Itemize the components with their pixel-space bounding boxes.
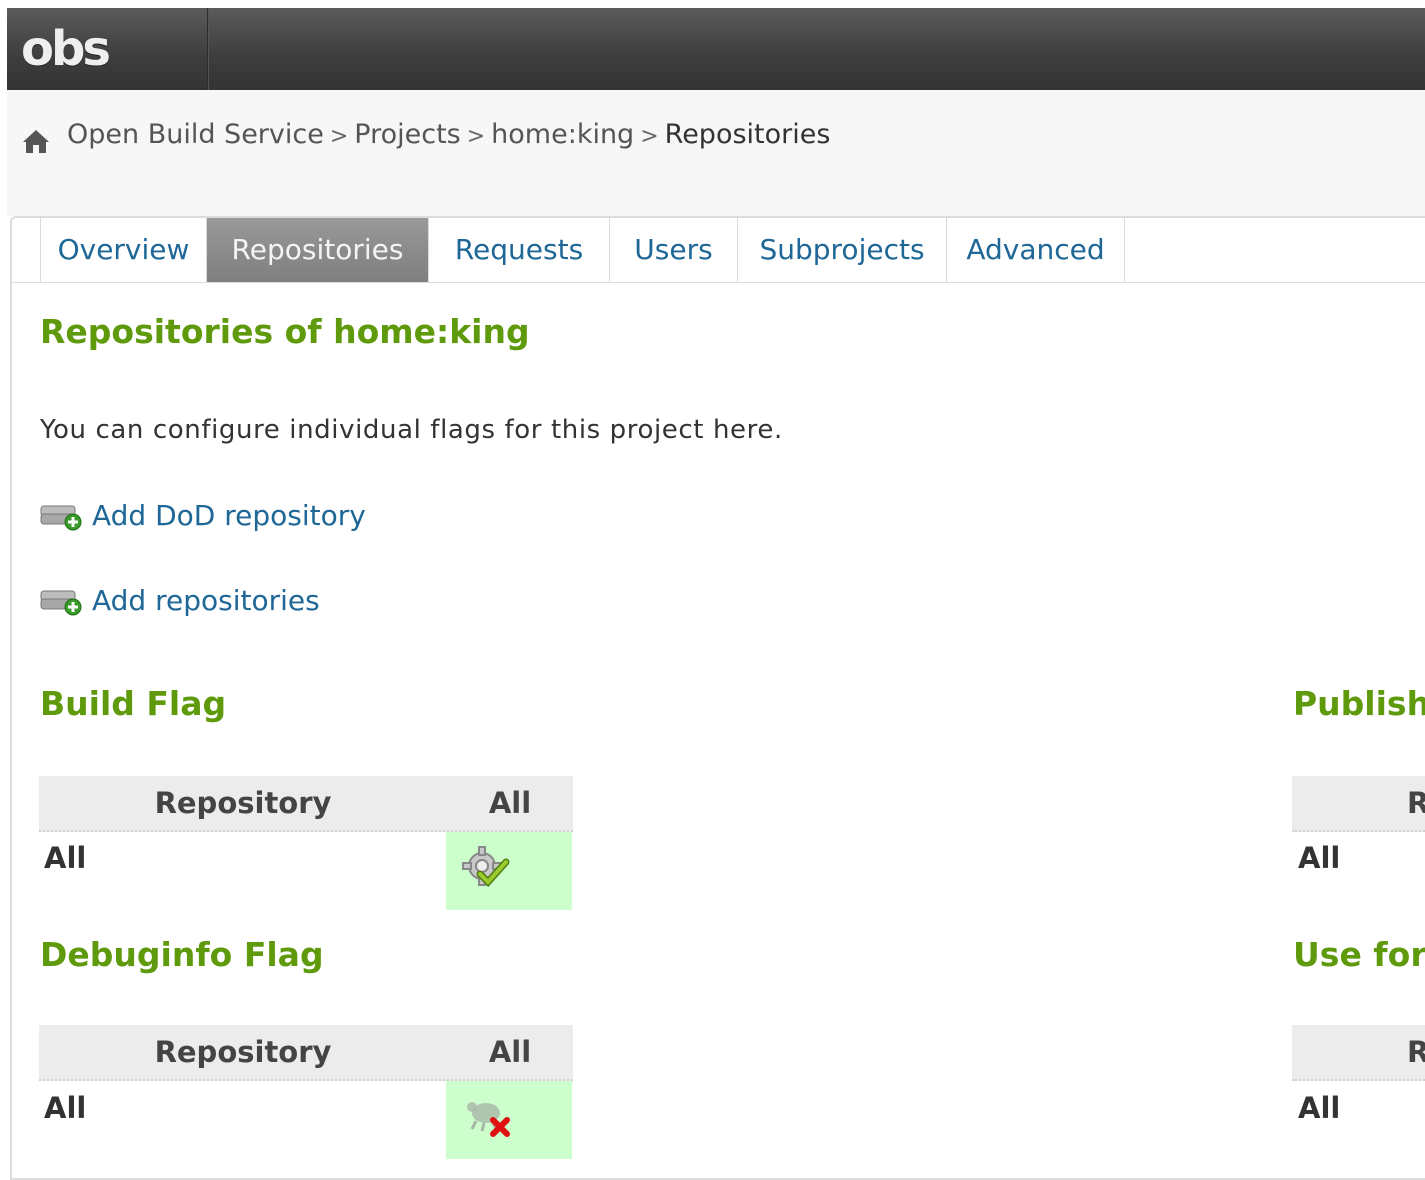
tab-subprojects[interactable]: Subprojects bbox=[738, 218, 947, 282]
repository-add-icon bbox=[40, 590, 82, 616]
page-edge bbox=[0, 0, 7, 1146]
breadcrumb-open-build-service[interactable]: Open Build Service bbox=[67, 119, 324, 150]
column-all: All bbox=[488, 1035, 532, 1069]
column-repository: Repository bbox=[154, 786, 332, 820]
debuginfo-flag-row-all: All bbox=[44, 1091, 87, 1125]
breadcrumb-separator: > bbox=[466, 124, 486, 149]
tab-repositories[interactable]: Repositories bbox=[207, 218, 429, 282]
tab-bar: Overview Repositories Requests Users Sub… bbox=[12, 218, 1425, 283]
tab-overview[interactable]: Overview bbox=[40, 218, 207, 282]
tab-users[interactable]: Users bbox=[610, 218, 738, 282]
tab-requests[interactable]: Requests bbox=[429, 218, 610, 282]
column-repository: R bbox=[1407, 786, 1425, 820]
debuginfo-disabled-icon bbox=[467, 1102, 510, 1137]
obs-logo[interactable]: obs bbox=[21, 22, 111, 76]
repository-add-icon bbox=[40, 505, 82, 531]
column-repository: Repository bbox=[154, 1035, 332, 1069]
page-title: Repositories of home:king bbox=[40, 312, 530, 351]
column-repository: R bbox=[1407, 1035, 1425, 1069]
useforbuild-flag-title: Use for bbox=[1293, 935, 1425, 974]
breadcrumb-project[interactable]: home:king bbox=[491, 119, 634, 150]
breadcrumb-separator: > bbox=[329, 124, 349, 149]
intro-text: You can configure individual flags for t… bbox=[40, 415, 783, 445]
debuginfo-flag-title: Debuginfo Flag bbox=[40, 935, 324, 974]
publish-flag-table-header: R bbox=[1292, 776, 1425, 832]
breadcrumb-projects[interactable]: Projects bbox=[354, 119, 460, 150]
home-icon[interactable] bbox=[21, 128, 51, 154]
debuginfo-flag-cell[interactable] bbox=[446, 1081, 572, 1159]
build-flag-table-header: Repository All bbox=[39, 776, 573, 832]
breadcrumb: Open Build Service > Projects > home:king > Re… bbox=[7, 90, 1425, 216]
useforbuild-flag-row-all: All bbox=[1298, 1091, 1341, 1125]
column-all: All bbox=[488, 786, 532, 820]
publish-flag-row-all: All bbox=[1298, 841, 1341, 875]
build-enabled-icon bbox=[462, 846, 510, 888]
breadcrumb-trail: Open Build Service > Projects > home:king > Re… bbox=[67, 117, 830, 155]
header-divider bbox=[207, 8, 208, 90]
tab-advanced[interactable]: Advanced bbox=[947, 218, 1125, 282]
breadcrumb-separator: > bbox=[640, 124, 659, 149]
publish-flag-title: Publish bbox=[1293, 684, 1425, 723]
build-flag-row-all: All bbox=[44, 841, 87, 875]
build-flag-title: Build Flag bbox=[40, 684, 227, 723]
add-dod-repository-label: Add DoD repository bbox=[92, 499, 366, 532]
debuginfo-flag-table-header: Repository All bbox=[39, 1025, 573, 1081]
build-flag-cell[interactable] bbox=[446, 832, 572, 910]
top-bar: obs bbox=[7, 8, 1425, 90]
breadcrumb-current: Repositories bbox=[664, 119, 831, 150]
useforbuild-flag-table-header: R bbox=[1292, 1025, 1425, 1081]
add-repositories-label: Add repositories bbox=[92, 584, 320, 617]
